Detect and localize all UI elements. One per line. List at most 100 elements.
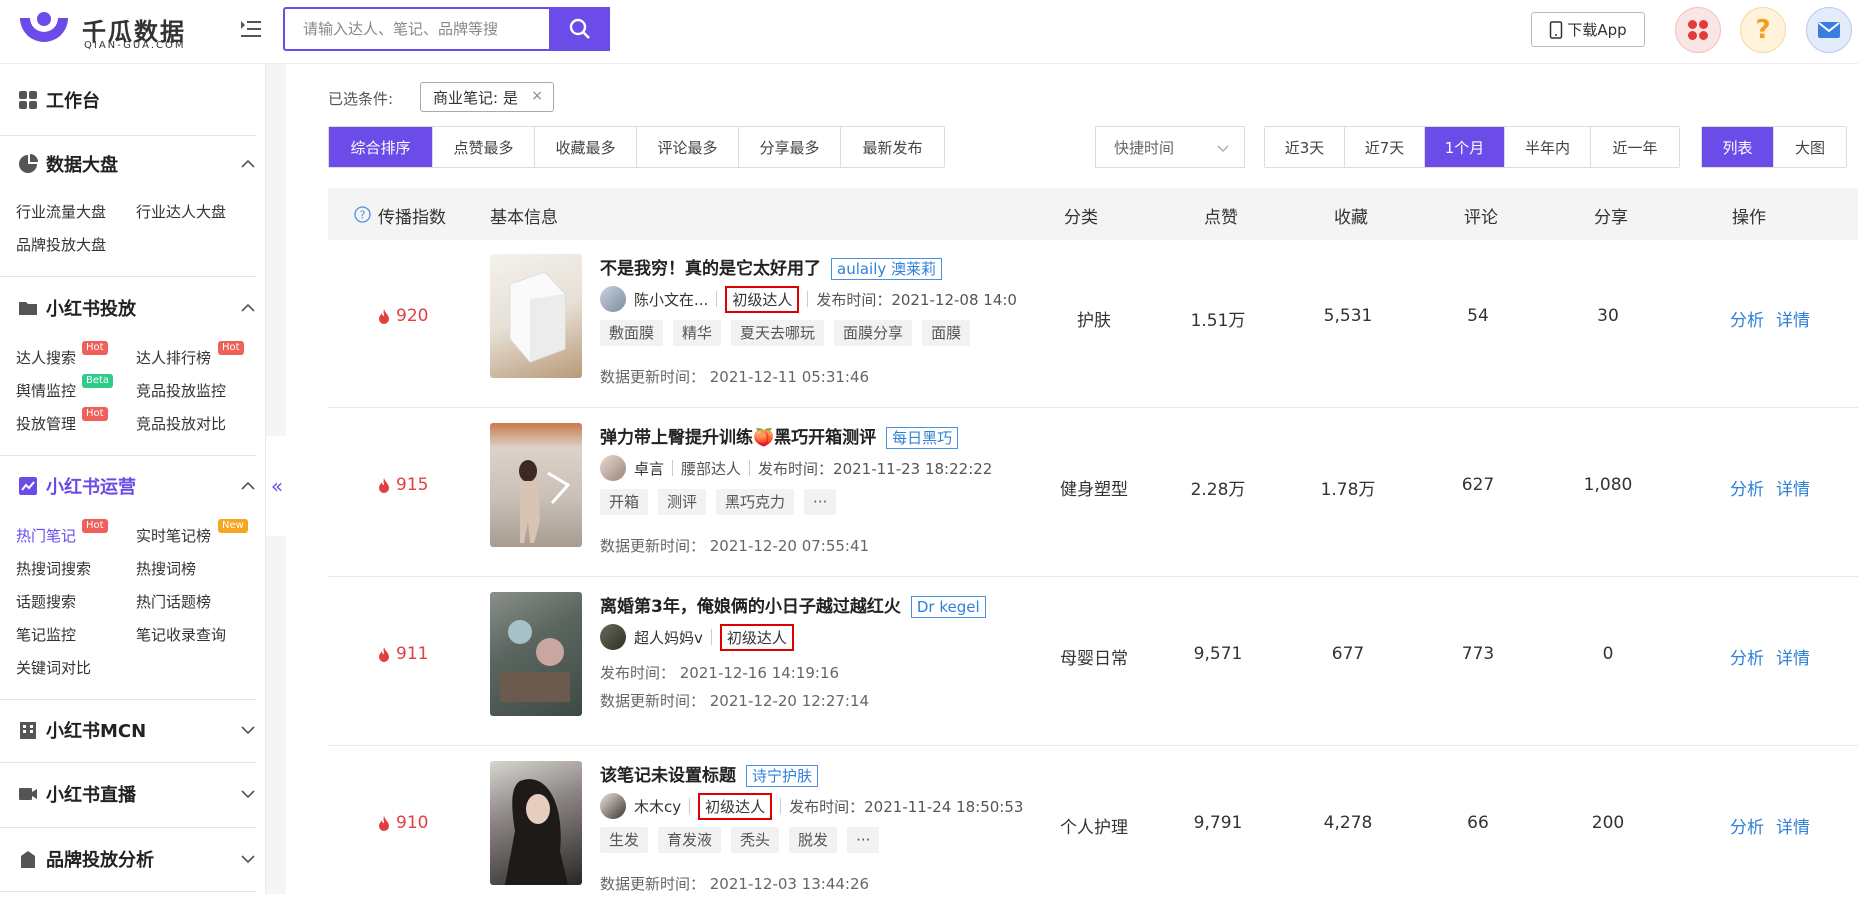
sidebar-item-placement-manage[interactable]: 投放管理 <box>16 413 76 434</box>
analyze-link[interactable]: 分析 <box>1730 475 1764 500</box>
avatar[interactable] <box>600 455 626 481</box>
note-tag[interactable]: 秃头 <box>731 827 780 853</box>
quick-time-select[interactable]: 快捷时间 <box>1095 126 1245 168</box>
sidebar-item-hot-notes[interactable]: 热门笔记 <box>16 525 76 546</box>
author-name[interactable]: 木木cy <box>634 796 681 817</box>
brand-tag[interactable]: 每日黑巧 <box>886 427 959 449</box>
table-row[interactable]: 915 弹力带上臀提升训练🍑黑巧开箱测评 每日黑巧 卓言 腰部达人 发布时间：20… <box>328 409 1858 577</box>
sidebar-section-xhs-placement[interactable]: 小红书投放 <box>18 294 256 322</box>
brand-tag[interactable]: aulaily 澳莱莉 <box>831 258 943 280</box>
note-tag[interactable]: 生发 <box>600 827 649 853</box>
note-tag[interactable]: 精华 <box>673 320 722 346</box>
collapse-sidebar-button[interactable]: « <box>266 436 288 536</box>
sidebar-section-xhs-mcn[interactable]: 小红书MCN <box>18 716 256 744</box>
note-title[interactable]: 不是我穷！真的是它太好用了 aulaily 澳莱莉 <box>600 254 943 280</box>
time-tab-7days[interactable]: 近7天 <box>1345 127 1425 167</box>
col-header-shares[interactable]: 分享 <box>1594 203 1628 228</box>
author-name[interactable]: 陈小文在... <box>634 289 708 310</box>
col-header-collects[interactable]: 收藏 <box>1334 203 1368 228</box>
sort-tab-likes[interactable]: 点赞最多 <box>433 127 535 167</box>
sidebar-section-data-overview[interactable]: 数据大盘 <box>18 150 256 178</box>
download-app-button[interactable]: 下载App <box>1531 12 1645 47</box>
brand-tag[interactable]: 诗宁护肤 <box>746 765 819 787</box>
sidebar-item-note-monitor[interactable]: 笔记监控 <box>16 624 76 645</box>
time-tab-1year[interactable]: 近一年 <box>1591 127 1679 167</box>
author-name[interactable]: 超人妈妈v <box>634 627 703 648</box>
sidebar-section-brand-analysis[interactable]: 品牌投放分析 <box>18 845 256 873</box>
sidebar-item-hot-search[interactable]: 热搜词搜索 <box>16 558 91 579</box>
sidebar-item-industry-traffic[interactable]: 行业流量大盘 <box>16 201 106 222</box>
sidebar-item-sentiment[interactable]: 舆情监控 <box>16 380 76 401</box>
sidebar-item-note-index[interactable]: 笔记收录查询 <box>136 624 226 645</box>
sidebar-section-xhs-live[interactable]: 小红书直播 <box>18 780 256 808</box>
note-tag[interactable]: 脱发 <box>789 827 838 853</box>
analyze-link[interactable]: 分析 <box>1730 306 1764 331</box>
sidebar-item-keyword-compare[interactable]: 关键词对比 <box>16 657 91 678</box>
analyze-link[interactable]: 分析 <box>1730 813 1764 838</box>
note-thumbnail[interactable] <box>490 254 582 378</box>
search-button[interactable] <box>549 7 610 51</box>
note-tag[interactable]: 黑巧克力 <box>716 489 795 515</box>
more-tags-button[interactable]: ··· <box>804 489 837 515</box>
table-row[interactable]: 911 离婚第3年，俺娘俩的小日子越过越红火 Dr kegel 超人妈妈v 初级达… <box>328 578 1858 746</box>
sort-tab-latest[interactable]: 最新发布 <box>841 127 944 167</box>
avatar[interactable] <box>600 624 626 650</box>
col-header-comments[interactable]: 评论 <box>1464 203 1498 228</box>
col-header-likes[interactable]: 点赞 <box>1204 203 1238 228</box>
note-tag[interactable]: 育发液 <box>658 827 722 853</box>
table-row[interactable]: 920 不是我穷！真的是它太好用了 aulaily 澳莱莉 陈小文在... 初级达… <box>328 240 1858 408</box>
view-tab-list[interactable]: 列表 <box>1702 127 1774 167</box>
sort-tab-shares[interactable]: 分享最多 <box>739 127 841 167</box>
sort-tab-comments[interactable]: 评论最多 <box>637 127 739 167</box>
analyze-link[interactable]: 分析 <box>1730 644 1764 669</box>
time-tab-1month[interactable]: 1个月 <box>1425 127 1505 167</box>
more-tags-button[interactable]: ··· <box>847 827 880 853</box>
messages-button[interactable] <box>1806 7 1852 53</box>
sidebar-item-hot-search-rank[interactable]: 热搜词榜 <box>136 558 196 579</box>
note-tag[interactable]: 面膜 <box>922 320 971 346</box>
avatar[interactable] <box>600 286 626 312</box>
remove-condition-icon[interactable]: × <box>531 88 543 104</box>
note-thumbnail[interactable] <box>490 761 582 885</box>
note-tag[interactable]: 测评 <box>658 489 707 515</box>
sidebar-item-competitor-compare[interactable]: 竞品投放对比 <box>136 413 226 434</box>
note-tag[interactable]: 开箱 <box>600 489 649 515</box>
help-button[interactable]: ? <box>1740 7 1786 53</box>
view-tab-grid[interactable]: 大图 <box>1774 127 1846 167</box>
note-title[interactable]: 弹力带上臀提升训练🍑黑巧开箱测评 每日黑巧 <box>600 423 959 449</box>
note-tag[interactable]: 面膜分享 <box>834 320 913 346</box>
selected-condition-tag[interactable]: 商业笔记: 是 × <box>420 82 554 112</box>
sidebar-item-topic-search[interactable]: 话题搜索 <box>16 591 76 612</box>
sidebar-item-realtime-notes[interactable]: 实时笔记榜 <box>136 525 211 546</box>
col-header-spread-index[interactable]: 传播指数 <box>378 203 446 228</box>
brand-logo[interactable]: 千瓜数据 QIAN-GUA.COM <box>16 8 206 54</box>
sidebar-item-hot-topics[interactable]: 热门话题榜 <box>136 591 211 612</box>
author-name[interactable]: 卓言 <box>634 458 664 479</box>
time-tab-3days[interactable]: 近3天 <box>1265 127 1345 167</box>
note-thumbnail[interactable] <box>490 592 582 716</box>
detail-link[interactable]: 详情 <box>1776 306 1810 331</box>
sort-tab-comprehensive[interactable]: 综合排序 <box>329 127 433 167</box>
sort-tab-collects[interactable]: 收藏最多 <box>535 127 637 167</box>
note-title[interactable]: 离婚第3年，俺娘俩的小日子越过越红火 Dr kegel <box>600 592 986 618</box>
note-tag[interactable]: 夏天去哪玩 <box>731 320 825 346</box>
time-tab-half-year[interactable]: 半年内 <box>1505 127 1591 167</box>
detail-link[interactable]: 详情 <box>1776 644 1810 669</box>
sidebar-item-kol-search[interactable]: 达人搜索 <box>16 347 76 368</box>
note-thumbnail[interactable] <box>490 423 582 547</box>
table-row[interactable]: 910 该笔记未设置标题 诗宁护肤 木木cy 初级达人 发布时间：2021-11-… <box>328 747 1858 915</box>
sidebar-item-kol-ranking[interactable]: 达人排行榜 <box>136 347 211 368</box>
sidebar-item-brand-placement[interactable]: 品牌投放大盘 <box>16 234 106 255</box>
sidebar-item-industry-kol[interactable]: 行业达人大盘 <box>136 201 226 222</box>
detail-link[interactable]: 详情 <box>1776 813 1810 838</box>
sidebar-item-competitor-monitor[interactable]: 竞品投放监控 <box>136 380 226 401</box>
avatar[interactable] <box>600 793 626 819</box>
brand-tag[interactable]: Dr kegel <box>910 596 986 618</box>
apps-button[interactable] <box>1675 7 1721 53</box>
note-title[interactable]: 该笔记未设置标题 诗宁护肤 <box>600 761 819 787</box>
detail-link[interactable]: 详情 <box>1776 475 1810 500</box>
sidebar-workbench[interactable]: 工作台 <box>18 86 100 114</box>
sidebar-section-xhs-operation[interactable]: 小红书运营 <box>18 472 256 500</box>
note-tag[interactable]: 敷面膜 <box>600 320 664 346</box>
info-icon[interactable]: ? <box>354 206 371 223</box>
